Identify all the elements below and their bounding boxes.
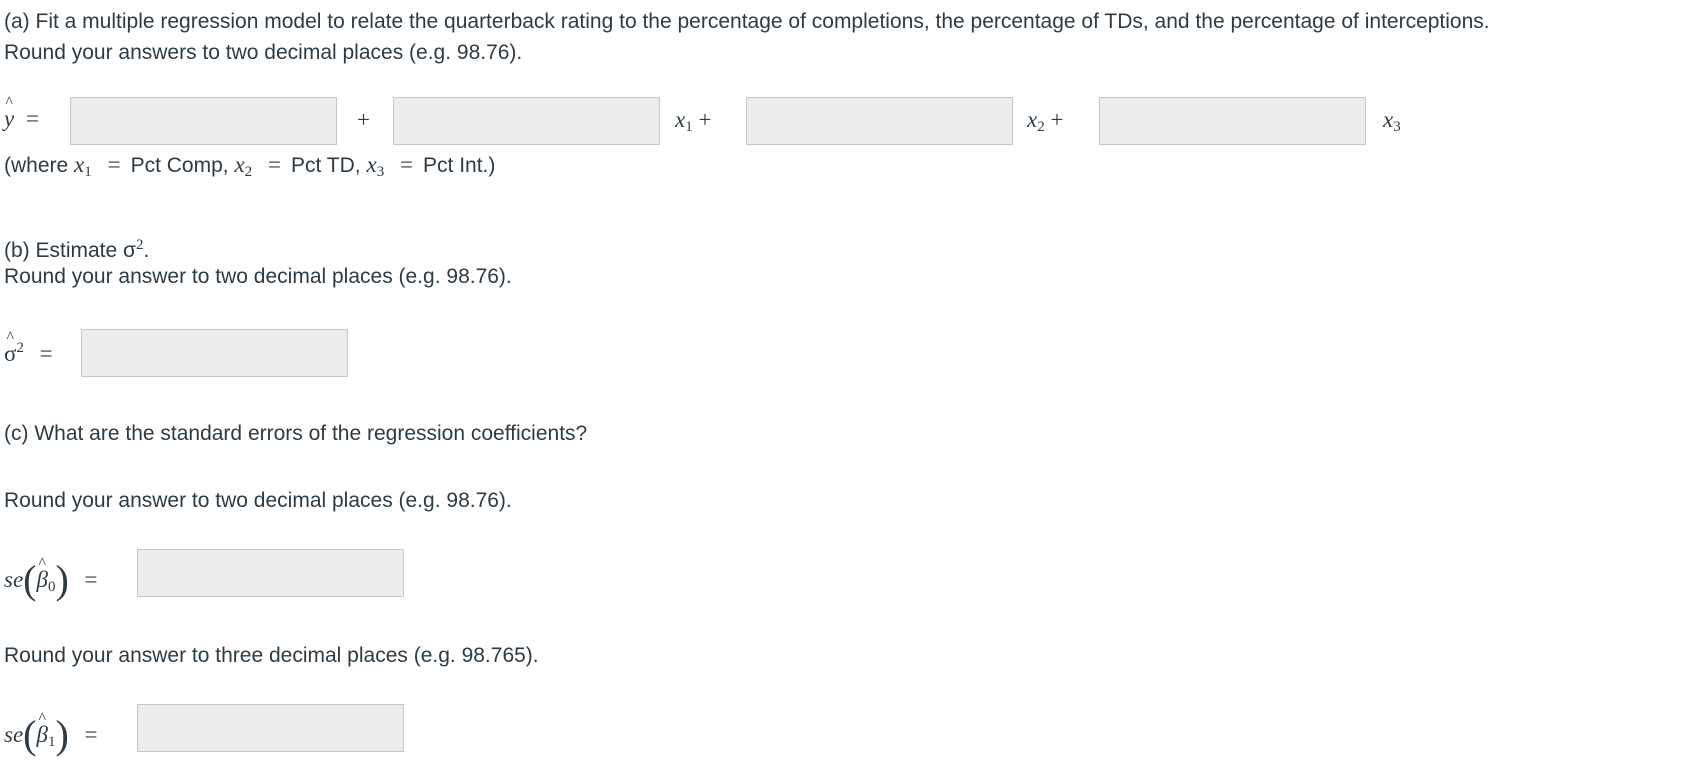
- part-a-prompt: (a) Fit a multiple regression model to r…: [4, 10, 1490, 33]
- part-b-prompt: (b) Estimate σ2.: [4, 237, 150, 262]
- sigma-squared-input[interactable]: [81, 329, 348, 377]
- se-beta1-rounding-note: Round your answer to three decimal place…: [4, 644, 539, 667]
- x3-term: x3: [1383, 107, 1401, 135]
- se-beta1-input[interactable]: [137, 704, 404, 752]
- se-beta1-label: se(β ^ 1) =: [4, 710, 98, 757]
- part-a-rounding-note: Round your answers to two decimal places…: [4, 41, 523, 64]
- coef-x1-input[interactable]: [393, 97, 660, 145]
- se-beta0-input[interactable]: [137, 549, 404, 597]
- part-b-rounding-note: Round your answer to two decimal places …: [4, 265, 512, 288]
- y-hat-symbol: y ^ =: [4, 94, 39, 131]
- coef-x3-input[interactable]: [1099, 97, 1366, 145]
- se-beta0-label: se(β ^ 0) =: [4, 555, 98, 602]
- intercept-input[interactable]: [70, 97, 337, 145]
- coef-x2-input[interactable]: [746, 97, 1013, 145]
- sigma-hat-squared-symbol: σ ^ 2 =: [4, 329, 53, 366]
- variable-definitions: (where x1 = Pct Comp, x2 = Pct TD, x3 = Pct…: [4, 152, 496, 180]
- x1-term: x1 +: [675, 107, 712, 135]
- se-beta0-rounding-note: Round your answer to two decimal places …: [4, 489, 512, 512]
- plus-sign: +: [357, 107, 370, 132]
- part-c-prompt: (c) What are the standard errors of the …: [4, 422, 588, 445]
- x2-term: x2 +: [1027, 107, 1064, 135]
